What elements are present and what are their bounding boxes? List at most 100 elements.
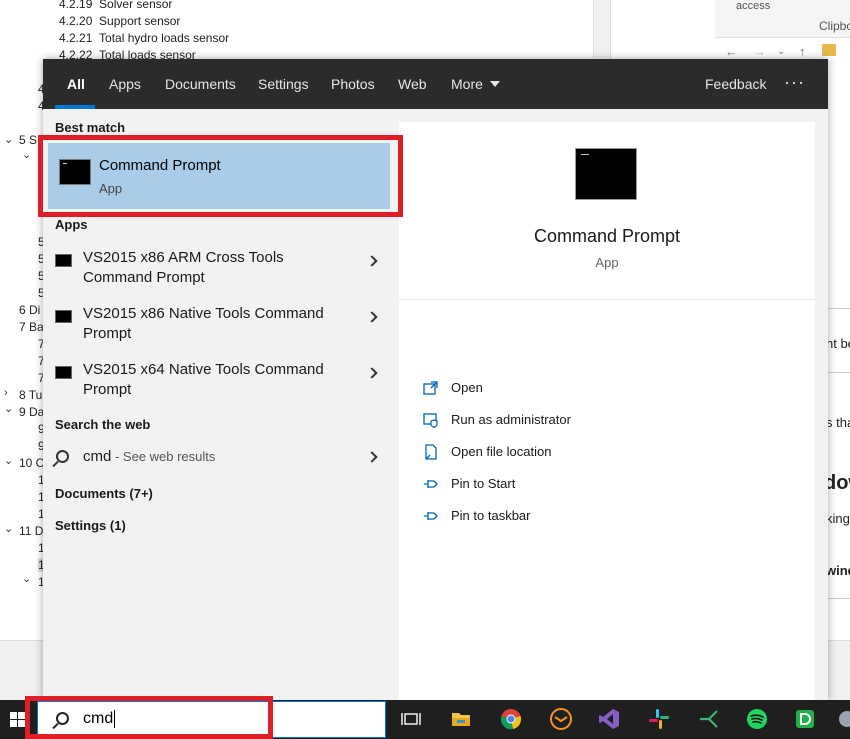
action-label: Run as administrator [451, 412, 571, 427]
app-result[interactable]: VS2015 x86 Native Tools Command Prompt [48, 304, 390, 354]
chevron-right-icon[interactable] [366, 451, 378, 463]
toc-item[interactable]: 4.2.20 Support sensor [59, 14, 180, 28]
action-pin-to-taskbar[interactable]: Pin to taskbar [423, 507, 723, 529]
web-search-query: cmd - See web results [83, 448, 216, 465]
results-pane: Best match Command Prompt App Apps VS201… [43, 109, 398, 700]
more-options-icon[interactable]: ··· [784, 59, 805, 109]
folder-icon [822, 44, 836, 56]
action-run-as-admin[interactable]: Run as administrator [423, 411, 723, 433]
tab-all[interactable]: All [67, 59, 85, 109]
chevron-right-icon[interactable] [366, 367, 378, 379]
tab-settings[interactable]: Settings [258, 59, 309, 109]
search-icon [56, 712, 69, 725]
chevron-down-icon[interactable]: ⌄ [22, 148, 31, 161]
file-location-icon [425, 444, 437, 460]
doc-snippet: ht be [826, 336, 850, 351]
text-cursor [114, 710, 116, 728]
mail-client-icon[interactable] [550, 708, 572, 730]
windows-start-icon[interactable] [10, 712, 26, 728]
forward-arrow-icon[interactable]: → [753, 44, 766, 59]
toc-fragment: 11 D [19, 524, 44, 538]
file-explorer-icon[interactable] [450, 708, 472, 730]
toc-fragment: 8 Tu [19, 388, 43, 402]
documents-heading[interactable]: Documents (7+) [55, 486, 153, 501]
toc-fragment: 10 C [19, 456, 45, 470]
visual-studio-icon[interactable] [598, 708, 620, 730]
toc-fragment: 6 Di [19, 303, 41, 317]
divider [825, 372, 850, 373]
apps-heading: Apps [55, 217, 88, 232]
taskbar-search-box[interactable]: cmd [37, 701, 386, 738]
task-view-icon[interactable] [400, 708, 422, 730]
action-open[interactable]: Open [423, 379, 723, 401]
app-result-title: VS2015 x64 Native Tools Command Prompt [83, 361, 324, 398]
spotify-icon[interactable] [746, 708, 768, 730]
chevron-right-icon[interactable] [366, 255, 378, 267]
tab-more-label: More [451, 76, 483, 92]
preview-actions: Open Run as administrator Open file loca… [399, 300, 815, 700]
slack-icon[interactable] [648, 708, 670, 730]
chevron-right-icon[interactable]: › [4, 387, 8, 399]
clipboard-label: Clipbo [819, 19, 850, 33]
doc-snippet: wind [826, 563, 850, 578]
action-label: Pin to Start [451, 476, 516, 491]
action-label: Open file location [451, 444, 552, 459]
preview-subtitle: App [595, 255, 619, 270]
preview-title: Command Prompt [533, 226, 681, 246]
best-match-title: Command Prompt [99, 157, 221, 174]
tab-more[interactable]: More [451, 59, 500, 109]
feedback-button[interactable]: Feedback [705, 59, 766, 109]
command-prompt-icon [575, 148, 637, 200]
chevron-right-icon[interactable] [366, 311, 378, 323]
dev-app-icon[interactable] [794, 708, 816, 730]
settings-heading[interactable]: Settings (1) [55, 518, 126, 533]
best-match-result[interactable]: Command Prompt App [48, 143, 390, 209]
up-arrow-icon[interactable]: ↑ [799, 44, 806, 59]
action-open-file-location[interactable]: Open file location [423, 443, 723, 465]
taskbar: cmd [0, 700, 850, 739]
chrome-icon[interactable] [500, 708, 522, 730]
chevron-down-icon[interactable]: ⌄ [4, 522, 13, 535]
toc-fragment: 5 S [19, 133, 38, 147]
pin-icon [424, 480, 438, 488]
git-icon[interactable] [698, 708, 720, 730]
command-prompt-icon [55, 310, 72, 323]
toc-item[interactable]: 4.2.21 Total hydro loads sensor [59, 31, 229, 45]
pin-icon [424, 512, 438, 520]
web-search-hint: - See web results [111, 449, 216, 464]
chevron-down-icon[interactable]: ⌄ [4, 454, 13, 467]
tab-documents[interactable]: Documents [165, 59, 236, 109]
toc-item[interactable]: 4.2.19 Solver sensor [59, 0, 172, 11]
web-search-result[interactable]: cmd - See web results [48, 448, 390, 474]
divider [825, 598, 850, 599]
chevron-down-icon[interactable]: ⌄ [4, 402, 13, 415]
tab-web[interactable]: Web [398, 59, 427, 109]
back-arrow-icon[interactable]: ← [725, 44, 738, 59]
tab-photos[interactable]: Photos [331, 59, 375, 109]
preview-pane: Command Prompt App Open Run as administr… [399, 122, 815, 700]
toc-fragment: 9 Da [19, 405, 45, 419]
search-filter-bar: All Apps Documents Settings Photos Web M… [43, 59, 828, 109]
command-prompt-icon [55, 366, 72, 379]
doc-snippet: s tha [826, 415, 850, 430]
chevron-down-icon[interactable]: ⌄ [4, 133, 13, 146]
action-pin-to-start[interactable]: Pin to Start [423, 475, 723, 497]
doc-snippet: king [826, 511, 850, 526]
app-result-title: VS2015 x86 ARM Cross Tools Command Prompt [83, 249, 284, 286]
preview-header: Command Prompt App [399, 122, 815, 300]
app-result-title: VS2015 x86 Native Tools Command Prompt [83, 305, 324, 342]
ribbon-access-label[interactable]: access [736, 0, 770, 12]
start-search-menu: All Apps Documents Settings Photos Web M… [43, 59, 828, 700]
tab-apps[interactable]: Apps [109, 59, 141, 109]
search-web-heading: Search the web [55, 417, 151, 432]
search-input[interactable]: cmd [83, 710, 116, 728]
chevron-down-icon[interactable]: ⌄ [22, 572, 31, 585]
app-result[interactable]: VS2015 x64 Native Tools Command Prompt [48, 360, 390, 410]
best-match-subtitle: App [99, 181, 123, 196]
open-icon [423, 381, 438, 395]
toc-fragment: 7 Ba [19, 320, 44, 334]
app-result[interactable]: VS2015 x86 ARM Cross Tools Command Prompt [48, 248, 390, 298]
command-prompt-icon [59, 159, 91, 185]
extra-app-icon[interactable] [836, 708, 850, 730]
chevron-down-icon[interactable]: ⌄ [777, 46, 785, 57]
